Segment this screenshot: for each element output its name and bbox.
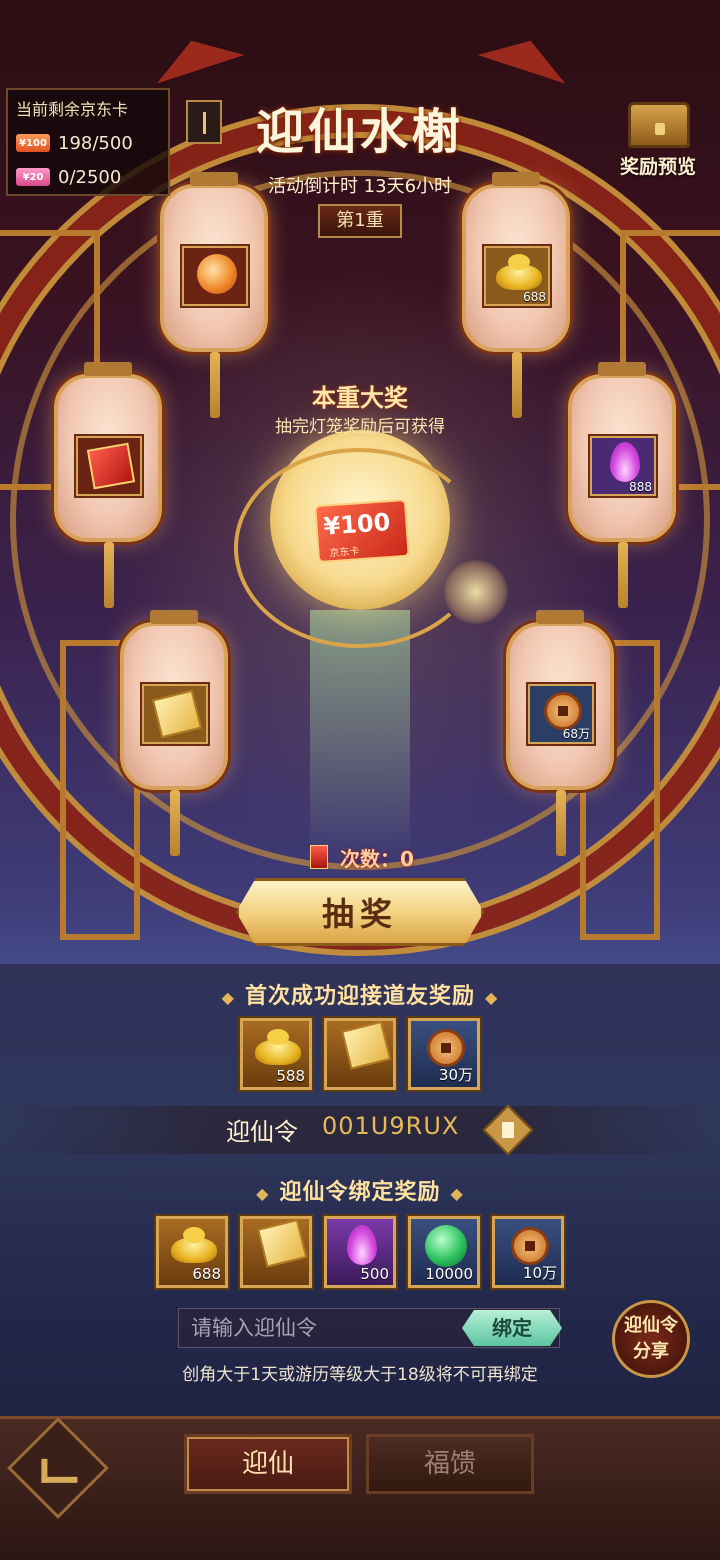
info-icon	[203, 112, 206, 134]
event-scene: 688 888 68万 本重大奖 抽完灯笼奖励后可获得 ¥100 京东卡 次数：…	[0, 0, 720, 1560]
draw-button[interactable]: 抽奖	[236, 878, 484, 946]
lantern-reward-slot	[74, 434, 144, 498]
lantern-2[interactable]: 688	[462, 172, 570, 418]
reward-qty: 888	[629, 480, 652, 494]
green-orb-icon	[425, 1225, 467, 1267]
reward-preview-button[interactable]: 奖励预览	[606, 102, 710, 182]
lantern-reward-slot: 68万	[526, 682, 596, 746]
gold-ingot-icon	[496, 254, 542, 290]
stat-row-100: ¥100 198/500	[16, 132, 133, 154]
red-envelope-icon	[310, 845, 328, 869]
red-envelope-icon	[86, 442, 136, 490]
info-button[interactable]	[186, 100, 222, 144]
tab-fukui[interactable]: 福馈	[366, 1434, 534, 1494]
grand-prize-title: 本重大奖	[312, 384, 408, 412]
remaining-title: 当前剩余京东卡	[16, 100, 129, 119]
bind-reward-item-3[interactable]: 500	[324, 1216, 396, 1288]
invite-code-input[interactable]	[191, 1313, 459, 1343]
lantern-reward-slot	[180, 244, 250, 308]
reward-preview-label: 奖励预览	[619, 156, 696, 178]
reward-qty: 588	[276, 1067, 305, 1085]
gold-ingot-icon	[255, 1029, 301, 1065]
lantern-reward-slot	[140, 682, 210, 746]
bind-reward-item-1[interactable]: 688	[156, 1216, 228, 1288]
first-success-title-text: 首次成功迎接道友奖励	[244, 984, 475, 1009]
diamond-icon: ◆	[221, 988, 235, 1007]
bird-left-decoration	[147, 26, 245, 84]
jd-card-20-chip: ¥20	[16, 168, 50, 186]
lantern-reward-slot: 888	[588, 434, 658, 498]
draw-count: 次数：0	[310, 842, 414, 872]
share-line-1: 迎仙令	[624, 1315, 678, 1336]
bottom-nav	[0, 1416, 720, 1560]
bind-reward-item-2[interactable]	[240, 1216, 312, 1288]
copper-coin-icon	[427, 1029, 465, 1067]
jd-card-remaining-panel: 当前剩余京东卡 ¥100 198/500 ¥20 0/2500	[6, 88, 170, 196]
share-invite-button[interactable]: 迎仙令 分享	[612, 1300, 690, 1378]
first-reward-item-3[interactable]: 30万	[408, 1018, 480, 1090]
lantern-5[interactable]	[120, 610, 228, 856]
diamond-icon: ◆	[485, 988, 499, 1007]
bind-rewards-title-text: 迎仙令绑定奖励	[279, 1180, 441, 1205]
diamond-icon: ◆	[450, 1184, 464, 1203]
treasure-chest-icon	[628, 102, 690, 148]
bind-button[interactable]: 绑定	[462, 1310, 562, 1346]
invite-code-label: 迎仙令	[226, 1118, 298, 1146]
lantern-reward-slot: 688	[482, 244, 552, 308]
bind-reward-item-4[interactable]: 10000	[408, 1216, 480, 1288]
tab-yingxian[interactable]: 迎仙	[184, 1434, 352, 1494]
bind-rewards-title: ◆ 迎仙令绑定奖励 ◆	[0, 1174, 720, 1206]
purple-flame-icon	[347, 1225, 377, 1265]
gold-ingot-icon	[171, 1227, 217, 1263]
first-reward-item-1[interactable]: 588	[240, 1018, 312, 1090]
bird-right-decoration	[477, 26, 575, 84]
bind-note: 创角大于1天或游历等级大于18级将不可再绑定	[182, 1365, 538, 1385]
stat-row-20: ¥20 0/2500	[16, 166, 121, 188]
share-line-2: 分享	[633, 1341, 669, 1362]
reward-qty: 688	[192, 1265, 221, 1283]
round-badge: 第1重	[318, 204, 402, 238]
card-amount: ¥100	[322, 508, 392, 541]
ticket-icon	[341, 1020, 392, 1070]
lantern-6[interactable]: 68万	[506, 610, 614, 856]
reward-qty: 30万	[438, 1066, 473, 1084]
purple-flame-icon	[610, 442, 640, 482]
invite-code-value: 001U9RUX	[322, 1112, 460, 1140]
countdown-text: 活动倒计时 13天6小时	[267, 176, 453, 197]
glow-orb-decoration	[444, 560, 508, 624]
reward-qty: 10000	[425, 1265, 473, 1283]
stat-value: 0/2500	[58, 166, 122, 188]
reward-qty: 688	[523, 290, 546, 304]
event-title: 迎仙水榭	[255, 104, 464, 160]
diamond-icon: ◆	[256, 1184, 270, 1203]
lantern-1[interactable]	[160, 172, 268, 418]
bind-reward-item-5[interactable]: 10万	[492, 1216, 564, 1288]
ticket-icon	[151, 689, 203, 739]
draw-count-label: 次数：0	[340, 846, 414, 871]
lantern-3[interactable]	[54, 362, 162, 608]
grand-prize-subtitle: 抽完灯笼奖励后可获得	[275, 417, 445, 437]
lantern-4[interactable]: 888	[568, 362, 676, 608]
reward-qty: 68万	[562, 727, 590, 741]
first-reward-item-2[interactable]	[324, 1018, 396, 1090]
first-success-title: ◆ 首次成功迎接道友奖励 ◆	[0, 978, 720, 1010]
copper-coin-icon	[511, 1227, 549, 1265]
peach-icon	[197, 254, 237, 294]
stat-value: 198/500	[58, 132, 133, 154]
card-label: 京东卡	[329, 546, 360, 560]
reward-qty: 500	[360, 1265, 389, 1283]
ticket-icon	[257, 1218, 308, 1268]
reward-qty: 10万	[522, 1264, 557, 1282]
jd-card-100-chip: ¥100	[16, 134, 50, 152]
jd-card-100[interactable]: ¥100 京东卡	[314, 498, 410, 564]
